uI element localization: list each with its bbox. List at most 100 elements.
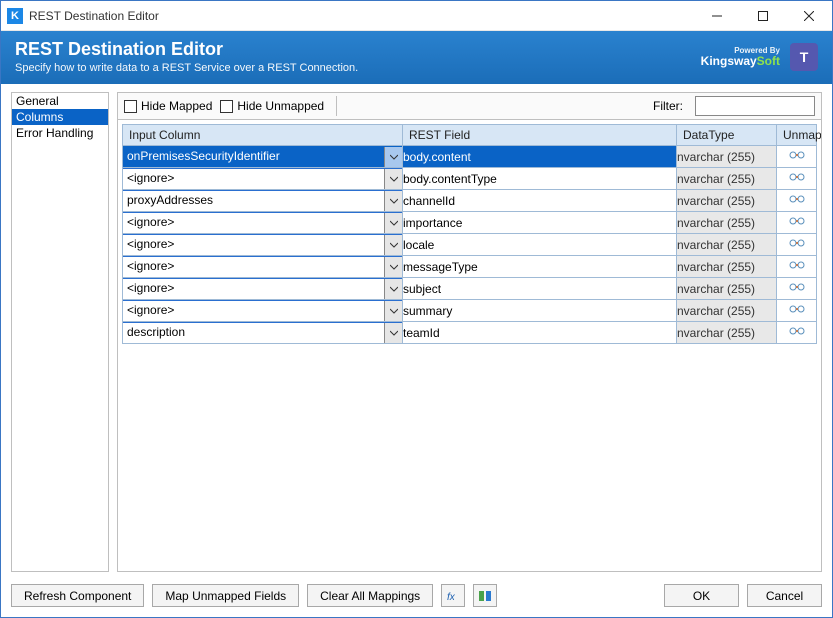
maximize-button[interactable] (740, 1, 786, 31)
input-column-dropdown[interactable]: onPremisesSecurityIdentifier (122, 146, 403, 168)
header-datatype[interactable]: DataType (677, 125, 777, 146)
expression-button[interactable]: fx (441, 584, 465, 607)
datatype-cell: nvarchar (255) (677, 168, 777, 190)
input-column-value: description (123, 323, 384, 343)
dropdown-toggle[interactable] (384, 147, 402, 167)
input-column-dropdown[interactable]: proxyAddresses (122, 190, 403, 212)
unmap-button[interactable] (788, 148, 806, 162)
rest-field-cell[interactable]: teamId (403, 322, 677, 344)
kingswaysoft-logo: Powered By KingswaySoft (701, 47, 780, 67)
header-unmap[interactable]: Unmap (777, 125, 817, 146)
chevron-down-icon (390, 219, 398, 227)
input-column-value: <ignore> (123, 169, 384, 189)
header-input-column[interactable]: Input Column (123, 125, 403, 146)
rest-field-cell[interactable]: importance (403, 212, 677, 234)
table-row[interactable]: descriptionteamIdnvarchar (255) (123, 322, 817, 344)
unmap-icon (788, 214, 806, 228)
hide-unmapped-label: Hide Unmapped (237, 99, 324, 113)
rest-field-cell[interactable]: subject (403, 278, 677, 300)
unmap-icon (788, 148, 806, 162)
rest-field-cell[interactable]: locale (403, 234, 677, 256)
dropdown-toggle[interactable] (384, 323, 402, 343)
dropdown-toggle[interactable] (384, 257, 402, 277)
chevron-down-icon (390, 307, 398, 315)
chevron-down-icon (390, 175, 398, 183)
dropdown-toggle[interactable] (384, 235, 402, 255)
input-column-dropdown[interactable]: <ignore> (122, 256, 403, 278)
input-column-value: proxyAddresses (123, 191, 384, 211)
input-column-dropdown[interactable]: <ignore> (122, 300, 403, 322)
unmap-icon (788, 258, 806, 272)
dropdown-toggle[interactable] (384, 191, 402, 211)
datatype-cell: nvarchar (255) (677, 212, 777, 234)
cancel-button[interactable]: Cancel (747, 584, 822, 607)
minimize-button[interactable] (694, 1, 740, 31)
table-row[interactable]: <ignore> body.contentTypenvarchar (255) (123, 168, 817, 190)
table-row[interactable]: <ignore>subjectnvarchar (255) (123, 278, 817, 300)
toolbar: Hide Mapped Hide Unmapped Filter: (118, 93, 821, 120)
input-column-dropdown[interactable]: <ignore> (122, 234, 403, 256)
dropdown-toggle[interactable] (384, 169, 402, 189)
input-column-dropdown[interactable]: description (122, 322, 403, 344)
unmap-button[interactable] (788, 280, 806, 294)
table-row[interactable]: onPremisesSecurityIdentifier body.content… (123, 146, 817, 168)
datatype-cell: nvarchar (255) (677, 234, 777, 256)
hide-mapped-label: Hide Mapped (141, 99, 212, 113)
dropdown-toggle[interactable] (384, 279, 402, 299)
close-button[interactable] (786, 1, 832, 31)
sidebar-item-general[interactable]: General (12, 93, 108, 109)
sidebar-item-error-handling[interactable]: Error Handling (12, 125, 108, 141)
rest-field-cell[interactable]: body.contentType (403, 168, 677, 190)
datatype-cell: nvarchar (255) (677, 146, 777, 168)
dropdown-toggle[interactable] (384, 301, 402, 321)
input-column-dropdown[interactable]: <ignore> (122, 278, 403, 300)
rest-field-cell[interactable]: body.content (403, 146, 677, 168)
table-row[interactable]: <ignore>importancenvarchar (255) (123, 212, 817, 234)
footer: Refresh Component Map Unmapped Fields Cl… (1, 576, 832, 617)
rest-field-cell[interactable]: messageType (403, 256, 677, 278)
teams-icon: T (790, 43, 818, 71)
unmap-button[interactable] (788, 214, 806, 228)
app-icon: K (7, 8, 23, 24)
sidebar: GeneralColumnsError Handling (11, 92, 109, 572)
table-row[interactable]: <ignore>summarynvarchar (255) (123, 300, 817, 322)
unmap-icon (788, 302, 806, 316)
input-column-value: onPremisesSecurityIdentifier (123, 147, 384, 167)
input-column-dropdown[interactable]: <ignore> (122, 168, 403, 190)
clear-all-mappings-button[interactable]: Clear All Mappings (307, 584, 433, 607)
input-column-value: <ignore> (123, 235, 384, 255)
table-row[interactable]: proxyAddresseschannelIdnvarchar (255) (123, 190, 817, 212)
hide-unmapped-checkbox[interactable]: Hide Unmapped (220, 99, 324, 113)
columns-button[interactable] (473, 584, 497, 607)
unmap-button[interactable] (788, 192, 806, 206)
unmap-icon (788, 192, 806, 206)
header-subtitle: Specify how to write data to a REST Serv… (15, 62, 701, 74)
rest-field-cell[interactable]: channelId (403, 190, 677, 212)
map-unmapped-button[interactable]: Map Unmapped Fields (152, 584, 299, 607)
unmap-button[interactable] (788, 170, 806, 184)
table-row[interactable]: <ignore> localenvarchar (255) (123, 234, 817, 256)
chevron-down-icon (390, 197, 398, 205)
checkbox-icon (220, 100, 233, 113)
rest-field-cell[interactable]: summary (403, 300, 677, 322)
input-column-dropdown[interactable]: <ignore> (122, 212, 403, 234)
unmap-button[interactable] (788, 324, 806, 338)
unmap-button[interactable] (788, 258, 806, 272)
header-band: REST Destination Editor Specify how to w… (1, 31, 832, 84)
sidebar-item-columns[interactable]: Columns (12, 109, 108, 125)
unmap-button[interactable] (788, 236, 806, 250)
ok-button[interactable]: OK (664, 584, 739, 607)
filter-input[interactable] (695, 96, 815, 116)
refresh-component-button[interactable]: Refresh Component (11, 584, 144, 607)
unmap-button[interactable] (788, 302, 806, 316)
toolbar-divider (336, 96, 337, 116)
dropdown-toggle[interactable] (384, 213, 402, 233)
svg-text:fx: fx (447, 592, 456, 603)
window-title: REST Destination Editor (29, 9, 694, 23)
datatype-cell: nvarchar (255) (677, 256, 777, 278)
hide-mapped-checkbox[interactable]: Hide Mapped (124, 99, 212, 113)
table-row[interactable]: <ignore>messageTypenvarchar (255) (123, 256, 817, 278)
datatype-cell: nvarchar (255) (677, 300, 777, 322)
header-rest-field[interactable]: REST Field (403, 125, 677, 146)
unmap-icon (788, 170, 806, 184)
